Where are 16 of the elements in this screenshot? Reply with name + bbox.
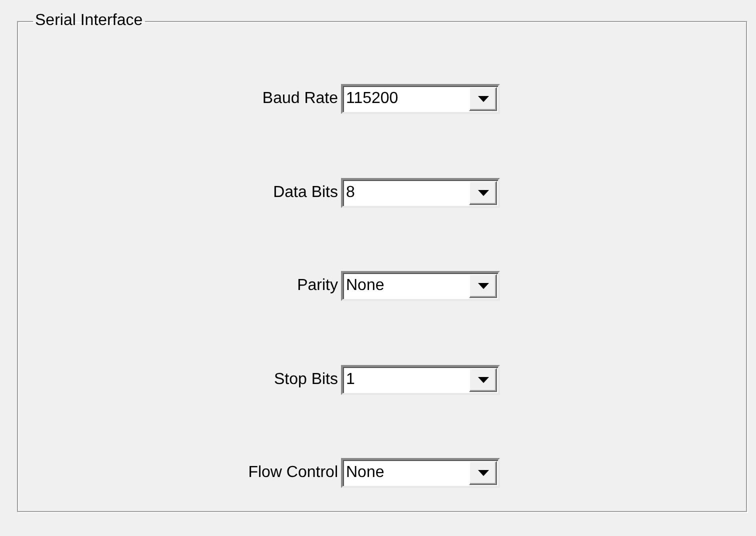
field-label: Parity <box>297 277 338 295</box>
dropdown-arrow-icon <box>478 96 488 102</box>
dropdown[interactable]: None <box>341 458 500 488</box>
group-title: Serial Interface <box>34 12 144 30</box>
dropdown[interactable]: 1 <box>341 364 500 394</box>
field-label: Flow Control <box>248 464 338 482</box>
dropdown[interactable]: 115200 <box>341 84 500 114</box>
dropdown[interactable]: None <box>341 271 500 301</box>
dropdown-arrow-icon <box>478 190 488 196</box>
field-label: Stop Bits <box>274 370 338 388</box>
dropdown-arrow-icon <box>478 376 488 382</box>
dropdown[interactable]: 8 <box>341 178 500 208</box>
field-label: Baud Rate <box>262 90 338 108</box>
field-label: Data Bits <box>273 184 338 202</box>
dropdown-arrow-icon <box>478 283 488 289</box>
dropdown-arrow-icon <box>478 470 488 476</box>
